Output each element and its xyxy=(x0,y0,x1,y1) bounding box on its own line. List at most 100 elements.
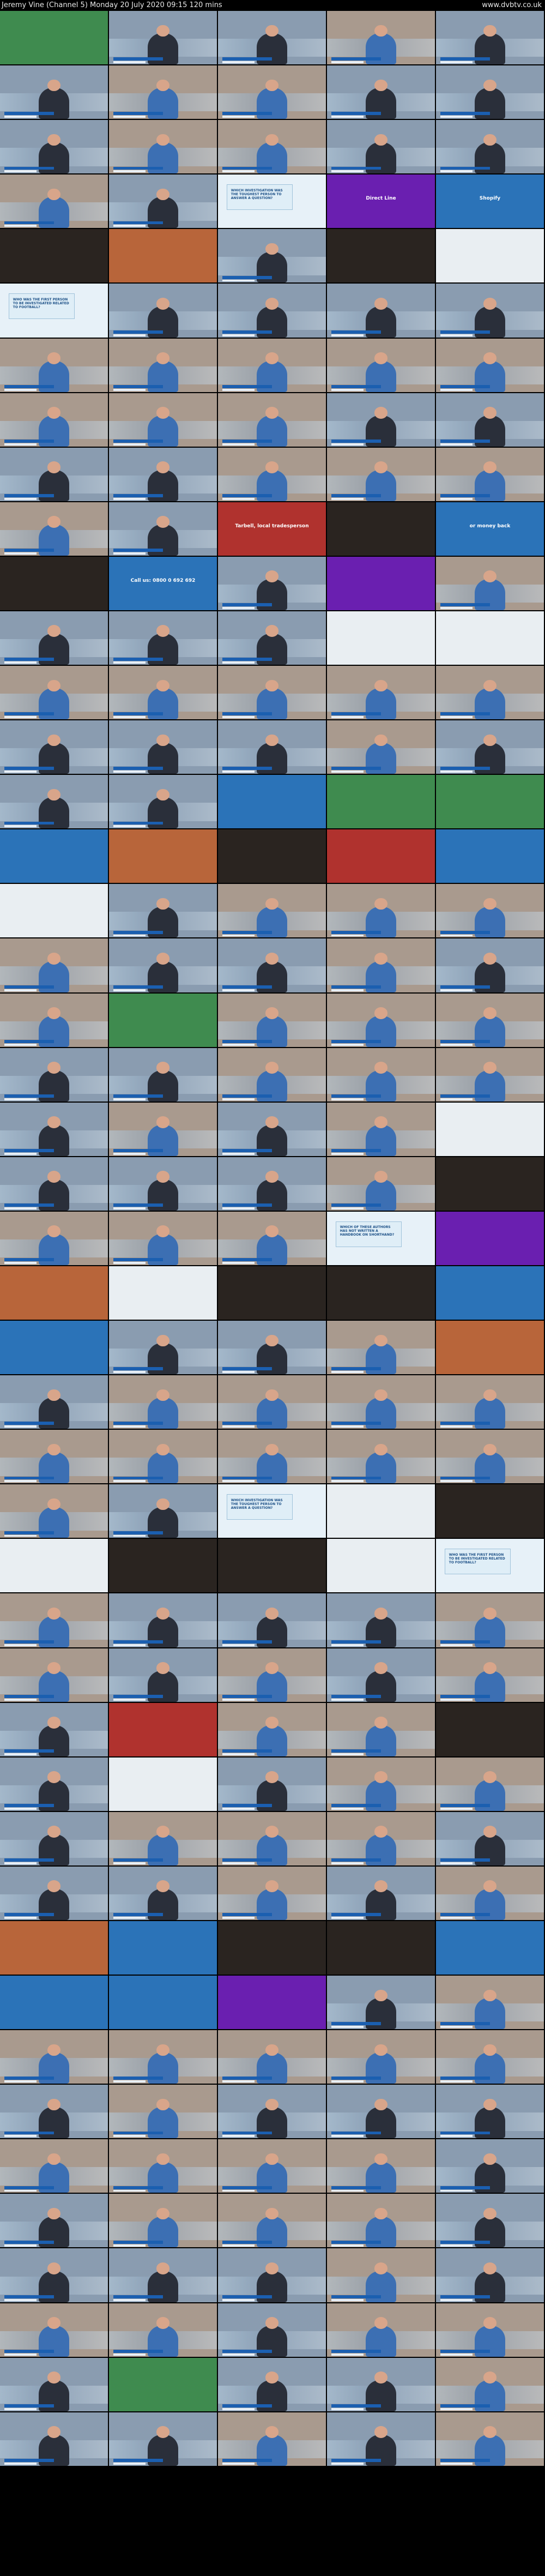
thumbnail-studio-woman[interactable] xyxy=(436,1593,545,1648)
thumbnail-studio-woman[interactable] xyxy=(0,1430,109,1485)
thumbnail-ad-warm[interactable] xyxy=(0,1921,109,1976)
thumbnail-studio-woman[interactable] xyxy=(109,1102,218,1157)
thumbnail-studio-man[interactable] xyxy=(327,1976,436,2031)
thumbnail-ad-dark[interactable] xyxy=(436,1702,545,1758)
thumbnail-ad-dark[interactable] xyxy=(436,1484,545,1539)
thumbnail-studio-man[interactable] xyxy=(109,720,218,775)
thumbnail-studio-man[interactable] xyxy=(327,1648,436,1703)
thumbnail-studio-woman[interactable] xyxy=(218,393,327,448)
thumbnail-ad-light[interactable] xyxy=(327,1539,436,1594)
thumbnail-ad-light[interactable] xyxy=(327,1484,436,1539)
thumbnail-studio-man[interactable] xyxy=(0,720,109,775)
thumbnail-studio-woman[interactable] xyxy=(436,1430,545,1485)
thumbnail-ad-purple[interactable] xyxy=(218,1976,327,2031)
thumbnail-ad-warm[interactable] xyxy=(0,1266,109,1321)
thumbnail-ad-blue[interactable] xyxy=(218,775,327,830)
thumbnail-panel[interactable]: WHO WAS THE FIRST PERSON TO BE INVESTIGA… xyxy=(436,1539,545,1594)
thumbnail-studio-man[interactable] xyxy=(218,556,327,611)
thumbnail-ad-dark[interactable] xyxy=(218,1921,327,1976)
thumbnail-studio-man[interactable] xyxy=(0,611,109,666)
thumbnail-studio-woman[interactable] xyxy=(109,2194,218,2249)
thumbnail-studio-man[interactable] xyxy=(0,775,109,830)
thumbnail-studio-woman[interactable] xyxy=(436,1648,545,1703)
thumbnail-ad-dark[interactable] xyxy=(327,229,436,284)
thumbnail-studio-man[interactable] xyxy=(218,229,327,284)
thumbnail-studio-woman[interactable] xyxy=(436,884,545,939)
thumbnail-studio-woman[interactable] xyxy=(327,2194,436,2249)
thumbnail-studio-woman[interactable] xyxy=(218,884,327,939)
thumbnail-studio-man[interactable] xyxy=(109,2412,218,2467)
thumbnail-studio-woman[interactable] xyxy=(218,1375,327,1430)
thumbnail-ad-blue[interactable] xyxy=(109,1921,218,1976)
thumbnail-studio-woman[interactable] xyxy=(436,993,545,1048)
thumbnail-studio-man[interactable] xyxy=(109,1866,218,1921)
thumbnail-studio-woman[interactable] xyxy=(436,2412,545,2467)
thumbnail-studio-man[interactable] xyxy=(0,2357,109,2412)
thumbnail-studio-woman[interactable] xyxy=(109,1375,218,1430)
thumbnail-studio-woman[interactable] xyxy=(327,720,436,775)
thumbnail-studio-man[interactable] xyxy=(0,2248,109,2303)
thumbnail-studio-man[interactable] xyxy=(327,120,436,175)
thumbnail-studio-woman[interactable] xyxy=(436,556,545,611)
thumbnail-studio-woman[interactable] xyxy=(218,1866,327,1921)
thumbnail-studio-man[interactable] xyxy=(0,1157,109,1212)
thumbnail-studio-man[interactable] xyxy=(109,11,218,66)
thumbnail-studio-man[interactable] xyxy=(327,2085,436,2140)
thumbnail-studio-man[interactable] xyxy=(109,1157,218,1212)
thumbnail-studio-woman[interactable] xyxy=(218,338,327,393)
thumbnail-studio-woman[interactable] xyxy=(327,1102,436,1157)
thumbnail-studio-woman[interactable] xyxy=(436,2303,545,2358)
thumbnail-studio-man[interactable] xyxy=(109,611,218,666)
thumbnail-studio-woman[interactable] xyxy=(0,1648,109,1703)
thumbnail-ad-light[interactable] xyxy=(327,611,436,666)
thumbnail-ad-purple[interactable]: Direct Line xyxy=(327,174,436,230)
thumbnail-studio-woman[interactable] xyxy=(0,502,109,557)
thumbnail-studio-woman[interactable] xyxy=(327,447,436,502)
thumbnail-studio-woman[interactable] xyxy=(0,1211,109,1266)
thumbnail-studio-woman[interactable] xyxy=(327,11,436,66)
thumbnail-studio-man[interactable] xyxy=(218,2357,327,2412)
thumbnail-ad-blue[interactable] xyxy=(0,1321,109,1376)
thumbnail-studio-man[interactable] xyxy=(327,1593,436,1648)
thumbnail-studio-man[interactable] xyxy=(436,2139,545,2194)
thumbnail-studio-woman[interactable] xyxy=(218,2139,327,2194)
thumbnail-studio-woman[interactable] xyxy=(109,2303,218,2358)
thumbnail-ad-dark[interactable] xyxy=(327,1921,436,1976)
thumbnail-ad-green[interactable] xyxy=(109,2357,218,2412)
thumbnail-studio-woman[interactable] xyxy=(327,1702,436,1758)
thumbnail-ad-red[interactable] xyxy=(109,1702,218,1758)
thumbnail-ad-light[interactable] xyxy=(109,1266,218,1321)
thumbnail-ad-blue[interactable] xyxy=(436,1266,545,1321)
thumbnail-ad-green[interactable] xyxy=(436,775,545,830)
thumbnail-ad-light[interactable] xyxy=(0,884,109,939)
thumbnail-studio-woman[interactable] xyxy=(0,2030,109,2085)
thumbnail-studio-woman[interactable] xyxy=(327,2303,436,2358)
thumbnail-studio-woman[interactable] xyxy=(218,2030,327,2085)
thumbnail-studio-woman[interactable] xyxy=(436,1866,545,1921)
thumbnail-ad-light[interactable] xyxy=(436,1102,545,1157)
thumbnail-studio-man[interactable] xyxy=(218,1593,327,1648)
thumbnail-studio-man[interactable] xyxy=(0,447,109,502)
thumbnail-ad-warm[interactable] xyxy=(109,229,218,284)
thumbnail-studio-woman[interactable] xyxy=(0,338,109,393)
thumbnail-studio-man[interactable] xyxy=(109,1321,218,1376)
thumbnail-studio-woman[interactable] xyxy=(109,2085,218,2140)
thumbnail-studio-man[interactable] xyxy=(0,65,109,121)
thumbnail-studio-man[interactable] xyxy=(0,1866,109,1921)
site-link[interactable]: www.dvbtv.co.uk xyxy=(482,0,542,11)
thumbnail-studio-man[interactable] xyxy=(109,1484,218,1539)
thumbnail-studio-woman[interactable] xyxy=(436,338,545,393)
thumbnail-studio-woman[interactable] xyxy=(327,2030,436,2085)
thumbnail-studio-woman[interactable] xyxy=(218,993,327,1048)
thumbnail-studio-woman[interactable] xyxy=(436,1375,545,1430)
thumbnail-ad-warm[interactable] xyxy=(436,1321,545,1376)
thumbnail-studio-woman[interactable] xyxy=(0,2303,109,2358)
thumbnail-studio-woman[interactable] xyxy=(109,666,218,721)
thumbnail-studio-woman[interactable] xyxy=(327,2248,436,2303)
thumbnail-ad-light[interactable] xyxy=(436,229,545,284)
thumbnail-studio-woman[interactable] xyxy=(0,393,109,448)
thumbnail-studio-woman[interactable] xyxy=(436,1048,545,1103)
thumbnail-studio-man[interactable] xyxy=(436,393,545,448)
thumbnail-studio-woman[interactable] xyxy=(327,666,436,721)
thumbnail-studio-woman[interactable] xyxy=(0,666,109,721)
